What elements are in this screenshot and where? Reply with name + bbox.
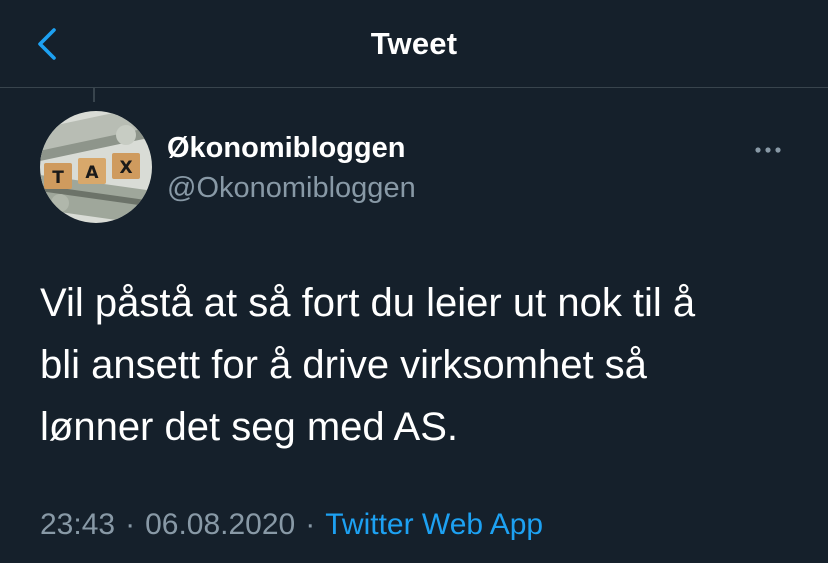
avatar-image: T A X — [40, 111, 152, 223]
tweet-metadata: 23:43 · 06.08.2020 · Twitter Web App — [40, 508, 543, 542]
more-options-button[interactable] — [750, 140, 790, 160]
tweet-source-link[interactable]: Twitter Web App — [325, 508, 543, 541]
avatar-tile-x: X — [119, 158, 132, 178]
meta-separator: · — [305, 508, 316, 541]
tweet-time: 23:43 — [40, 508, 116, 541]
avatar[interactable]: T A X — [40, 111, 152, 223]
tweet-date: 06.08.2020 — [145, 508, 296, 541]
author-handle[interactable]: @Okonomibloggen — [167, 172, 416, 205]
more-horizontal-icon — [755, 147, 781, 153]
avatar-tile-t: T — [52, 168, 64, 188]
meta-separator: · — [125, 508, 136, 541]
tweet-body-text: Vil påstå at så fort du leier ut nok til… — [40, 281, 696, 449]
avatar-tile-a: A — [85, 163, 99, 183]
thread-connector-line — [93, 88, 95, 102]
tweet-detail-screen: Tweet T A X Økonomibloggen @Okonomiblogg… — [0, 0, 828, 563]
top-bar: Tweet — [0, 0, 828, 88]
page-title: Tweet — [370, 26, 458, 61]
author-display-name[interactable]: Økonomibloggen — [167, 132, 405, 165]
